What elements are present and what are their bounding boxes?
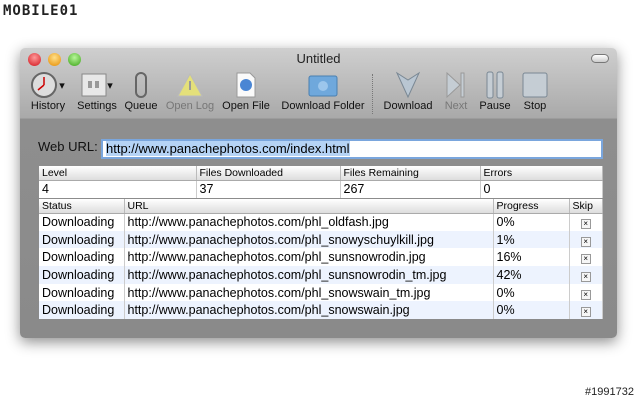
progress-cell: 42% <box>493 266 570 284</box>
skip-button[interactable]: × <box>580 271 591 282</box>
progress-cell: 16% <box>493 248 570 267</box>
pause-button[interactable]: Pause <box>478 70 512 112</box>
history-button[interactable]: ▾ History <box>28 70 68 112</box>
files-remaining-value: 267 <box>340 180 481 198</box>
table-row[interactable]: Downloading http://www.panachephotos.com/… <box>39 301 603 320</box>
column-header[interactable]: Files Remaining <box>340 166 481 181</box>
download-folder-button[interactable]: Download Folder <box>278 70 368 112</box>
switches-icon: ▾ <box>74 70 120 100</box>
column-header[interactable]: Progress <box>493 199 570 214</box>
toolbar-separator <box>372 74 373 114</box>
skip-button[interactable]: × <box>580 219 591 230</box>
progress-cell: 0% <box>493 283 570 302</box>
url-cell: http://www.panachephotos.com/phl_oldfash… <box>124 213 494 231</box>
skip-button[interactable]: × <box>580 289 591 300</box>
progress-cell: 0% <box>493 301 570 320</box>
download-button[interactable]: Download <box>382 70 434 112</box>
warning-icon <box>164 70 216 100</box>
open-log-button[interactable]: Open Log <box>164 70 216 112</box>
progress-cell: 0% <box>493 213 570 231</box>
window-title: Untitled <box>296 51 341 66</box>
column-header[interactable]: URL <box>124 199 494 214</box>
url-cell: http://www.panachephotos.com/phl_snowswa… <box>124 283 494 302</box>
column-header[interactable]: Level <box>39 166 197 181</box>
status-cell: Downloading <box>39 213 125 231</box>
table-row[interactable]: Downloading http://www.panachephotos.com/… <box>39 213 603 231</box>
stop-button[interactable]: Stop <box>518 70 552 112</box>
skip-button[interactable]: × <box>580 307 591 318</box>
web-url-input[interactable]: http://www.panachephotos.com/index.html <box>101 139 603 159</box>
open-file-button[interactable]: Open File <box>220 70 272 112</box>
download-arrow-icon <box>382 70 434 100</box>
toolbar-toggle-button[interactable] <box>591 54 609 63</box>
web-url-label: Web URL: <box>38 139 98 154</box>
settings-button[interactable]: ▾ Settings <box>74 70 120 112</box>
paperclip-icon <box>123 70 159 100</box>
next-button[interactable]: Next <box>440 70 472 112</box>
errors-value: 0 <box>480 180 603 198</box>
url-cell: http://www.panachephotos.com/phl_snowswa… <box>124 301 494 320</box>
status-cell: Downloading <box>39 283 125 302</box>
table-row[interactable]: Downloading http://www.panachephotos.com/… <box>39 283 603 302</box>
files-downloaded-value: 37 <box>196 180 341 198</box>
watermark-id: #1991732 <box>585 386 634 398</box>
url-cell: http://www.panachephotos.com/phl_sunsnow… <box>124 266 494 284</box>
pause-icon <box>478 70 512 100</box>
skip-button[interactable]: × <box>580 236 591 247</box>
url-cell: http://www.panachephotos.com/phl_snowysc… <box>124 230 494 249</box>
table-row[interactable]: Downloading http://www.panachephotos.com/… <box>39 266 603 284</box>
status-cell: Downloading <box>39 266 125 284</box>
level-value: 4 <box>39 180 197 198</box>
stop-icon <box>518 70 552 100</box>
table-row[interactable]: Downloading http://www.panachephotos.com/… <box>39 248 603 267</box>
next-icon <box>440 70 472 100</box>
queue-button[interactable]: Queue <box>123 70 159 112</box>
url-cell: http://www.panachephotos.com/phl_sunsnow… <box>124 248 494 267</box>
folder-icon <box>278 70 368 100</box>
progress-cell: 1% <box>493 230 570 249</box>
skip-button[interactable]: × <box>580 254 591 265</box>
status-cell: Downloading <box>39 301 125 320</box>
downloads-table: Status URL Progress Skip Downloading http://… <box>39 199 603 320</box>
clock-icon: ▾ <box>28 70 68 100</box>
status-cell: Downloading <box>39 230 125 249</box>
column-header[interactable]: Skip <box>569 199 603 214</box>
file-icon <box>220 70 272 100</box>
stats-table: Level Files Downloaded Files Remaining Erro… <box>39 166 603 198</box>
column-header[interactable]: Status <box>39 199 125 214</box>
column-header[interactable]: Files Downloaded <box>196 166 341 181</box>
table-row[interactable]: Downloading http://www.panachephotos.com/… <box>39 230 603 249</box>
watermark-logo: MOBILE01 <box>3 3 79 19</box>
app-window: Untitled ▾ History ▾ Settings Queue Open… <box>20 48 617 338</box>
status-cell: Downloading <box>39 248 125 267</box>
column-header[interactable]: Errors <box>480 166 603 181</box>
